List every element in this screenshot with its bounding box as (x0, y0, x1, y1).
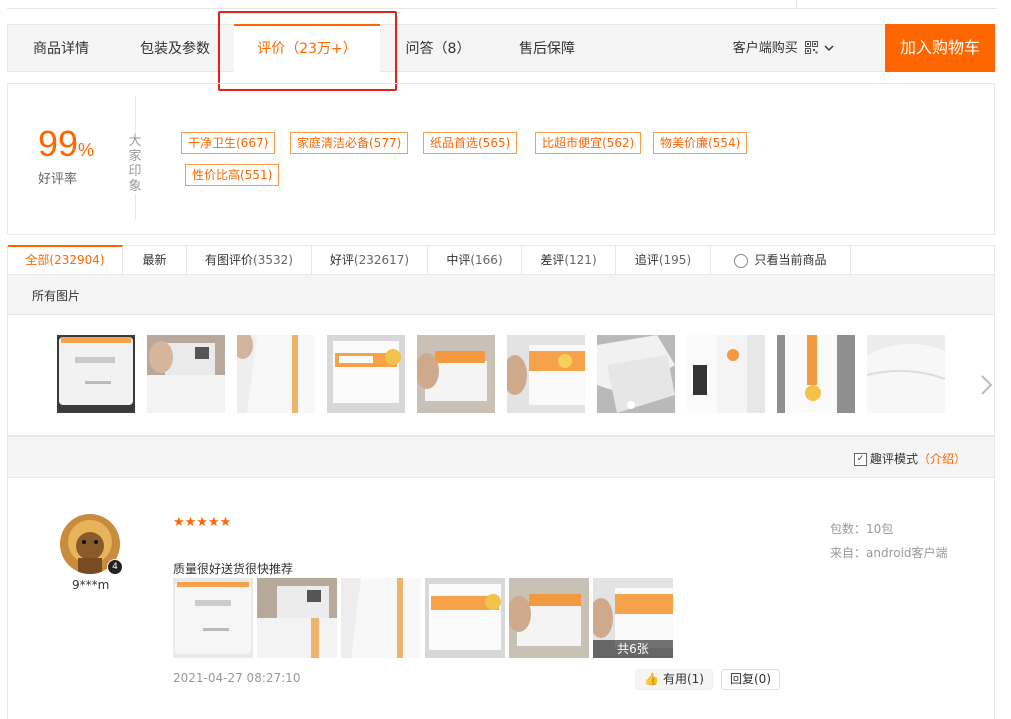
radio-icon[interactable] (734, 253, 749, 268)
filter-all[interactable]: 全部(232904) (8, 245, 123, 275)
photo-thumb[interactable] (237, 335, 315, 413)
user-level-badge: 4 (107, 559, 123, 575)
review-photo[interactable] (173, 578, 253, 658)
impression-tag[interactable]: 物美价廉(554) (653, 132, 748, 154)
filter-count: (232904) (49, 253, 105, 267)
photo-thumb[interactable] (867, 335, 945, 413)
tab-packaging-params[interactable]: 包装及参数 (120, 25, 230, 73)
checkbox-checked-icon[interactable]: ✓ (853, 453, 867, 466)
review-photo[interactable] (425, 578, 505, 658)
filter-label: 中评 (446, 253, 471, 267)
filter-count: (166) (470, 253, 503, 267)
review-photo[interactable] (509, 578, 589, 658)
photo-thumb[interactable] (687, 335, 765, 413)
review-spec: 包数：10包 (830, 522, 894, 536)
top-divider-right (797, 8, 997, 9)
filter-count: (195) (658, 253, 692, 267)
tab-product-details[interactable]: 商品详情 (8, 25, 114, 73)
review-photo[interactable]: 共6张 (593, 578, 673, 658)
photo-thumb[interactable] (417, 335, 495, 413)
more-photos-count: 共6张 (593, 640, 673, 658)
filter-current-only[interactable]: 只看当前商品 (711, 246, 851, 274)
filter-count: (3532) (253, 253, 293, 267)
top-vertical-divider (796, 0, 797, 9)
product-tab-bar: 商品详情 包装及参数 评价（23万+） 问答（8） 售后保障 客户端购买 (7, 24, 995, 73)
review-date: 2021-04-27 08:27:10 (173, 671, 301, 685)
reply-button[interactable]: 回复(0) (721, 669, 780, 690)
filter-neutral[interactable]: 中评(166) (428, 246, 522, 274)
filter-label: 最新 (142, 253, 167, 267)
fun-mode-intro-link[interactable]: （介绍） (918, 452, 966, 466)
impression-tag[interactable]: 纸品首选(565) (423, 132, 518, 154)
photo-thumb[interactable] (57, 335, 135, 413)
filter-label: 追评 (634, 253, 659, 267)
tab-qa[interactable]: 问答（8） (388, 25, 488, 73)
impression-tag[interactable]: 比超市便宜(562) (535, 132, 642, 154)
photo-strip (7, 314, 995, 436)
useful-button[interactable]: 👍 有用(1) (635, 669, 713, 690)
impression-panel: 99% 好评率 大家印象 干净卫生(667) 家庭清洁必备(577) 纸品首选(… (7, 83, 995, 235)
review-filter-bar: 全部(232904) 最新 有图评价(3532) 好评(232617) 中评(1… (7, 245, 995, 275)
reviews-tab-highlight (218, 11, 397, 91)
review-photo[interactable] (341, 578, 421, 658)
impression-tag[interactable]: 干净卫生(667) (181, 132, 276, 154)
filter-followup[interactable]: 追评(195) (616, 246, 711, 274)
filter-label: 全部 (25, 253, 50, 267)
all-pictures-header: 所有图片 (7, 275, 995, 315)
review-source: 来自：android客户端 (830, 546, 948, 560)
review-text: 质量很好送货很快推荐 (173, 562, 294, 576)
photo-thumb[interactable] (507, 335, 585, 413)
photo-thumb[interactable] (597, 335, 675, 413)
filter-label: 只看当前商品 (754, 253, 827, 267)
useful-label: 有用(1) (662, 672, 704, 686)
review-item: 4 9***m ★★★★★ 包数：10包 来自：android客户端 质量很好送… (7, 478, 995, 719)
chevron-right-icon[interactable] (980, 374, 994, 402)
filter-count: (121) (564, 253, 597, 267)
positive-rate: 99% (38, 124, 94, 170)
fun-mode-label: 趣评模式 (869, 452, 918, 466)
review-photo[interactable] (257, 578, 337, 658)
client-buy-label: 客户端购买 (732, 41, 798, 56)
thumb-up-icon: 👍 (644, 672, 659, 686)
filter-label: 差评 (540, 253, 565, 267)
filter-count: (232617) (353, 253, 410, 267)
positive-rate-value: 99 (38, 123, 79, 164)
username: 9***m (72, 578, 110, 592)
filter-label: 好评 (329, 253, 354, 267)
client-buy-menu[interactable]: 客户端购买 (733, 25, 834, 73)
chevron-down-icon (824, 45, 834, 51)
qr-code-icon (804, 41, 818, 54)
top-divider (7, 8, 797, 9)
photo-thumb[interactable] (327, 335, 405, 413)
fun-mode-bar: ✓ 趣评模式（介绍） (7, 436, 995, 478)
impression-title: 大家印象 (127, 134, 143, 194)
filter-positive[interactable]: 好评(232617) (312, 246, 428, 274)
filter-label: 有图评价 (205, 253, 254, 267)
impression-tag[interactable]: 性价比高(551) (185, 164, 280, 186)
positive-rate-unit: % (78, 140, 95, 160)
all-pictures-label: 所有图片 (32, 289, 81, 303)
filter-with-pics[interactable]: 有图评价(3532) (187, 246, 312, 274)
impression-tag[interactable]: 家庭清洁必备(577) (290, 132, 409, 154)
photo-thumb[interactable] (777, 335, 855, 413)
star-rating: ★★★★★ (173, 515, 232, 530)
add-to-cart-button[interactable]: 加入购物车 (885, 24, 995, 72)
filter-negative[interactable]: 差评(121) (522, 246, 616, 274)
tab-after-sales[interactable]: 售后保障 (500, 25, 594, 73)
filter-latest[interactable]: 最新 (123, 246, 187, 274)
fun-mode-toggle[interactable]: ✓ 趣评模式（介绍） (853, 450, 966, 467)
positive-rate-label: 好评率 (38, 172, 78, 187)
photo-thumb[interactable] (147, 335, 225, 413)
